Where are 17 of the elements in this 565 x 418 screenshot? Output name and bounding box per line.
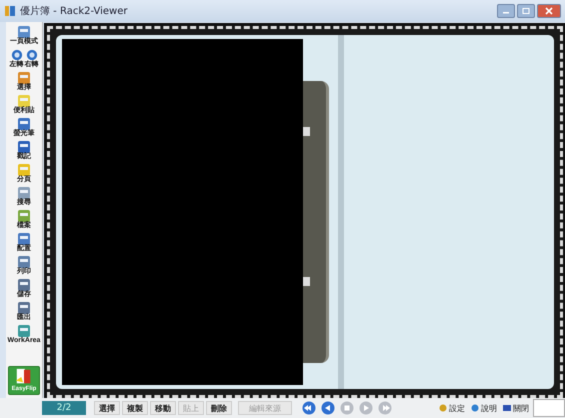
edit-button[interactable]: 刪除	[206, 401, 232, 415]
window-title: 優片簿 - Rack2-Viewer	[20, 4, 128, 18]
edit-button[interactable]: 複製	[122, 401, 148, 415]
close-button[interactable]	[537, 4, 561, 18]
edit-button[interactable]: 移動	[150, 401, 176, 415]
maximize-icon	[522, 8, 530, 14]
app-icon	[4, 5, 16, 17]
nav-button-icon[interactable]	[321, 401, 335, 415]
blank-panel	[533, 399, 565, 417]
page-counter: 2/2	[42, 401, 86, 415]
edit-button[interactable]: 選擇	[94, 401, 120, 415]
nav-button-icon[interactable]	[302, 401, 316, 415]
status-link[interactable]: 說明	[469, 402, 499, 414]
maximize-button[interactable]	[517, 4, 535, 18]
status-link[interactable]: 關閉	[501, 402, 531, 414]
status-link[interactable]: 設定	[437, 402, 467, 414]
minimize-button[interactable]	[497, 4, 515, 18]
